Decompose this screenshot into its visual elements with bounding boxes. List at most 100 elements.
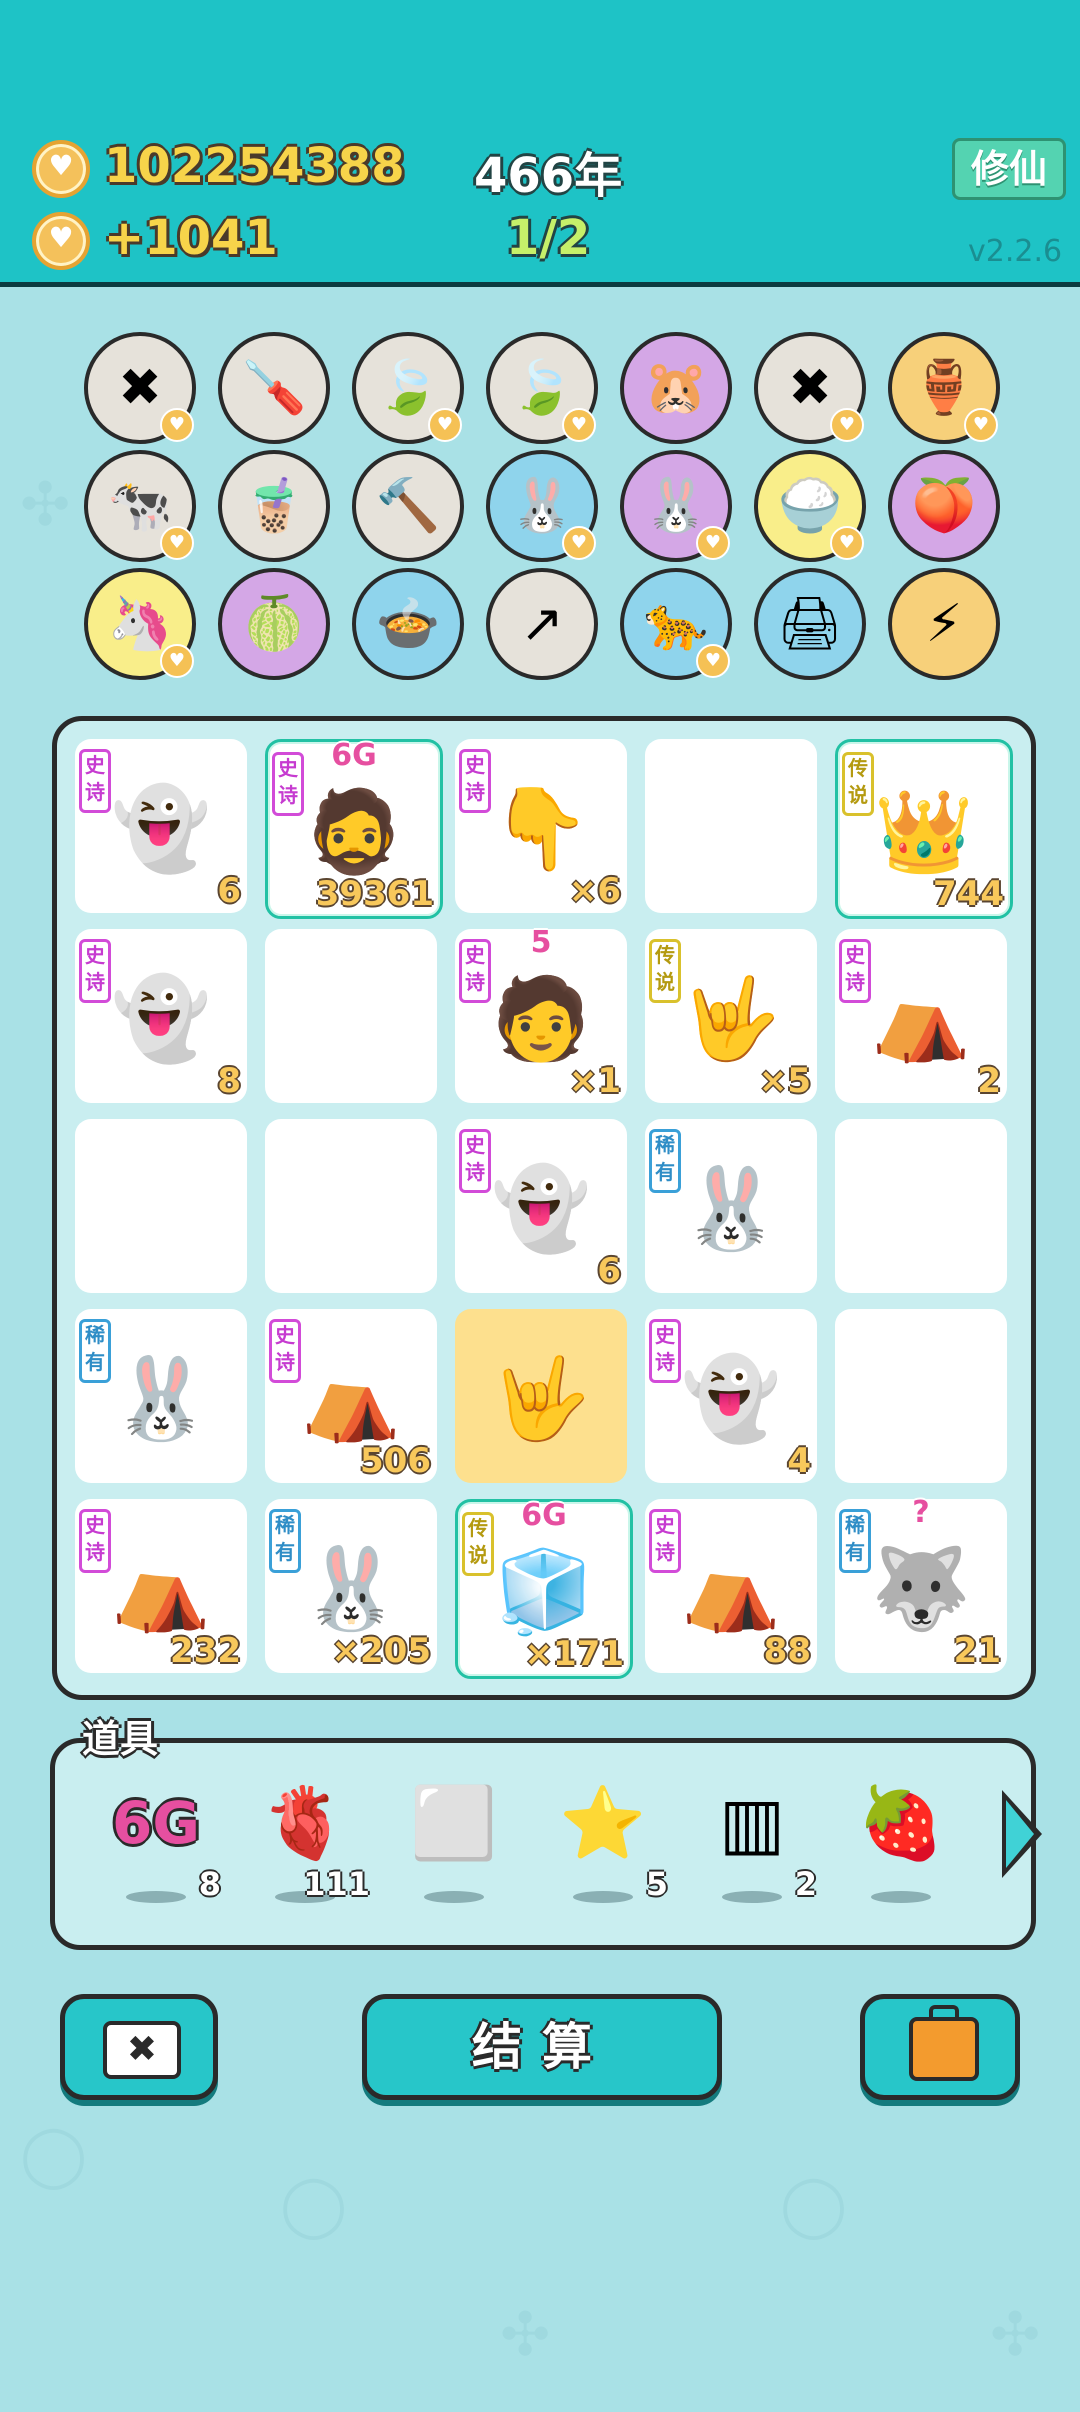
6g-prop-icon: 6G	[112, 1789, 200, 1857]
discard-button[interactable]: ✖	[60, 1994, 218, 2100]
rabbit-tent-icon: ⛺	[301, 1352, 401, 1445]
6g-king-icon: 🧔	[304, 785, 404, 878]
rabbit-icon: 🐰	[301, 1542, 401, 1635]
bg-ring-icon: ◯	[20, 2120, 88, 2190]
prop-slot[interactable]: ⭐ 5	[538, 1773, 668, 1913]
frame-prop-icon: ⬜	[410, 1782, 498, 1864]
heart-badge-icon: ♥	[160, 644, 194, 678]
heart-badge-icon: ♥	[562, 526, 596, 560]
board-cell-old-king[interactable]: 传说 👑 744	[835, 739, 1013, 919]
settle-button[interactable]: 结算	[362, 1994, 722, 2100]
shelf-item[interactable]: 🖨	[754, 568, 866, 680]
bayberry-prop-icon: 🍓	[857, 1782, 945, 1864]
rabbit-icon: 🐰	[681, 1162, 781, 1255]
board-cell-rabbit-tent[interactable]: 史诗 ⛺ 506	[265, 1309, 437, 1483]
cows-icon: 🐄	[107, 476, 173, 536]
board-cell-empty[interactable]	[835, 1119, 1007, 1293]
cell-top-label: 6G	[331, 738, 377, 773]
shelf-item[interactable]: 🍃 ♥	[352, 332, 464, 444]
shelf-item[interactable]: 🔨	[352, 450, 464, 562]
shelf-item[interactable]: 🍚 ♥	[754, 450, 866, 562]
next-arrow-icon[interactable]	[1002, 1790, 1042, 1878]
board-cell-rabbit[interactable]: 稀有 🐰 ×205	[265, 1499, 437, 1673]
arrow-card-icon: ↗	[520, 594, 564, 654]
shelf-item[interactable]: 🏺 ♥	[888, 332, 1000, 444]
board-cell-empty[interactable]	[645, 739, 817, 913]
board-cell-yellow-hand[interactable]: 传说 🤟 ×5	[645, 929, 817, 1103]
shelf-item[interactable]: 🪛	[218, 332, 330, 444]
shelf-item[interactable]: ↗	[486, 568, 598, 680]
board-cell-husky[interactable]: 稀有? 🐺 21	[835, 1495, 1007, 1673]
prop-shadow	[573, 1891, 633, 1903]
lightning-icon: ⚡	[925, 594, 963, 654]
props-label: 道具	[82, 1717, 159, 1761]
prop-slot[interactable]: 🍓	[836, 1773, 966, 1913]
board-cell-empty[interactable]	[75, 1119, 247, 1293]
board-cell-ghost[interactable]: 史诗 👻 4	[645, 1309, 817, 1483]
backpack-button[interactable]	[860, 1994, 1020, 2100]
heart-badge-icon: ♥	[696, 526, 730, 560]
fruit-branch-icon: 🍑	[911, 476, 977, 536]
liver-prop-icon: 🫀	[261, 1782, 349, 1864]
coin-total: 102254388	[104, 138, 405, 194]
board-cell-ghost[interactable]: 史诗 👻 8	[75, 929, 247, 1103]
shelf-item[interactable]: 🐰 ♥	[620, 450, 732, 562]
board-cell-pointing-hand[interactable]: 史诗 👇 ×6	[455, 739, 627, 913]
cell-count: 6	[597, 1251, 621, 1291]
prop-shadow	[424, 1891, 484, 1903]
board-cell-rabbit[interactable]: 稀有 🐰	[645, 1119, 817, 1293]
cell-count: 232	[170, 1631, 241, 1671]
heart-badge-icon: ♥	[696, 644, 730, 678]
prop-shadow	[871, 1891, 931, 1903]
cell-count: ×5	[758, 1061, 811, 1101]
board-cell-rabbit-tent[interactable]: 史诗 ⛺ 2	[835, 929, 1007, 1103]
leaf-icon: 🍃	[509, 358, 575, 418]
printer-icon: 🖨	[776, 594, 843, 654]
pointing-hand-icon: 👇	[491, 782, 591, 875]
shelf-item[interactable]: 🧋	[218, 450, 330, 562]
board-cell-empty[interactable]	[835, 1309, 1007, 1483]
board-cell-ghost[interactable]: 史诗 👻 6	[455, 1119, 627, 1293]
cell-top-label: 6G	[521, 1498, 567, 1533]
old-king-icon: 👑	[874, 785, 974, 878]
board-cell-fridge[interactable]: 传说 6G 🧊 ×171	[455, 1498, 633, 1679]
board-cell-rabbit-tent[interactable]: 史诗 ⛺ 88	[645, 1499, 817, 1673]
bg-clover-icon: ✣	[500, 2300, 551, 2370]
cell-count: ×171	[524, 1634, 624, 1674]
shelf-item[interactable]: ⚡	[888, 568, 1000, 680]
cell-count: 6	[217, 871, 241, 911]
shelf-item[interactable]: ✖ ♥	[84, 332, 196, 444]
hamsters-icon: 🐹	[643, 358, 709, 418]
board-cell-rabbit-tent[interactable]: 史诗 ⛺ 232	[75, 1499, 247, 1673]
shelf-item[interactable]: 🍑	[888, 450, 1000, 562]
shelf-item[interactable]: 🐰 ♥	[486, 450, 598, 562]
shelf-item[interactable]: 🦄 ♥	[84, 568, 196, 680]
shelf-item[interactable]: ✖ ♥	[754, 332, 866, 444]
shelf-item[interactable]: 🍲	[352, 568, 464, 680]
board-cell-selected-hand[interactable]: 🤟	[455, 1309, 627, 1483]
bg-clover-icon: ✣	[20, 470, 71, 540]
shelf-item[interactable]: 🐹	[620, 332, 732, 444]
shelf-item[interactable]: 🐆 ♥	[620, 568, 732, 680]
cell-count: 506	[360, 1441, 431, 1481]
board-cell-green-hair-boy[interactable]: 史诗 5 🧑 ×1	[455, 925, 627, 1103]
vases-icon: 🏺	[911, 358, 977, 418]
shelf-item[interactable]: 🍃 ♥	[486, 332, 598, 444]
bg-ring-icon: ◯	[780, 2170, 848, 2240]
shelf-item[interactable]: 🍈	[218, 568, 330, 680]
cell-count: 4	[787, 1441, 811, 1481]
prop-slot[interactable]: ▥ 2	[687, 1773, 817, 1913]
round-progress: 1/2	[506, 210, 591, 266]
board-cell-ghost[interactable]: 史诗 👻 6	[75, 739, 247, 913]
shelf-item[interactable]: 🐄 ♥	[84, 450, 196, 562]
bg-clover-icon: ✣	[990, 2300, 1041, 2370]
board-cell-rabbit[interactable]: 稀有 🐰	[75, 1309, 247, 1483]
board-cell-empty[interactable]	[265, 929, 437, 1103]
prop-slot[interactable]: ⬜	[389, 1773, 519, 1913]
xiuxian-button[interactable]: 修仙	[952, 138, 1066, 200]
prop-slot[interactable]: 🫀 111	[240, 1773, 370, 1913]
prop-slot[interactable]: 6G 8	[91, 1773, 221, 1913]
board-cell-empty[interactable]	[265, 1119, 437, 1293]
slots-prop-icon: ▥	[718, 1782, 786, 1864]
board-cell-6g-king[interactable]: 史诗 6G 🧔 39361	[265, 738, 443, 919]
